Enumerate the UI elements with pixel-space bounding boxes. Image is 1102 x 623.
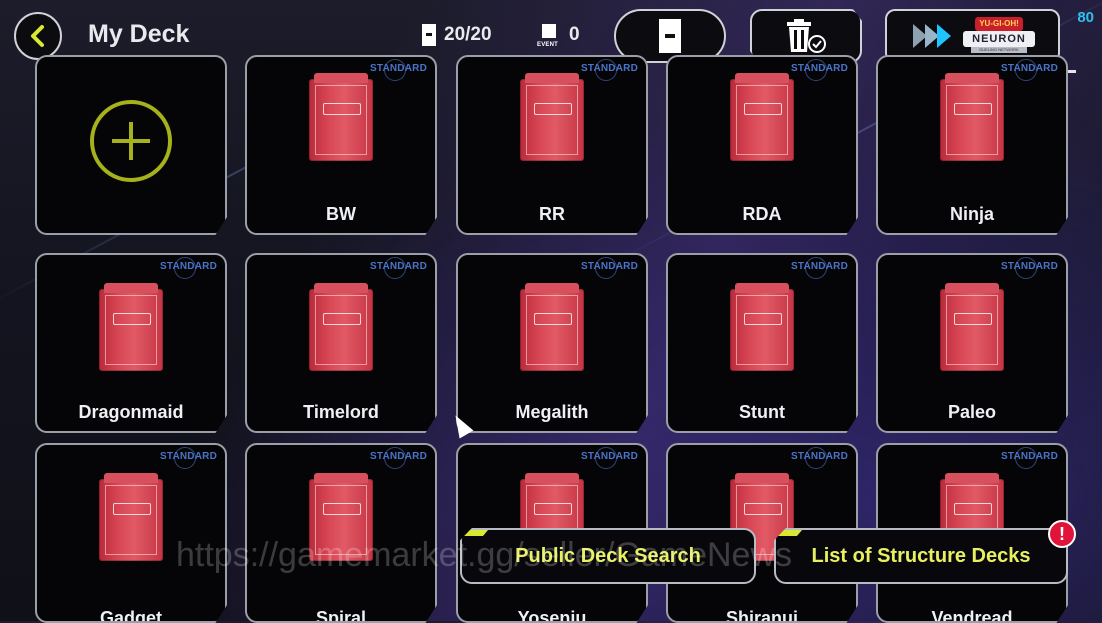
back-button[interactable] bbox=[14, 12, 62, 60]
event-count-value: 0 bbox=[569, 24, 580, 45]
standard-badge: STANDARD bbox=[370, 257, 427, 279]
deck-box-icon bbox=[730, 73, 794, 161]
event-deck-icon: EVENT bbox=[537, 24, 561, 48]
deck-name: Ninja bbox=[949, 204, 994, 224]
deck-tile[interactable]: STANDARD Stunt bbox=[666, 253, 858, 433]
deck-name: BW bbox=[326, 204, 356, 224]
deck-box-icon bbox=[940, 283, 1004, 371]
neuron-logo-text: NEURON bbox=[963, 31, 1035, 47]
structure-decks-label: List of Structure Decks bbox=[811, 544, 1031, 567]
standard-badge: STANDARD bbox=[1001, 447, 1058, 469]
standard-badge: STANDARD bbox=[370, 59, 427, 81]
deck-tile[interactable]: STANDARD BW bbox=[245, 55, 437, 235]
deck-sort-button[interactable] bbox=[614, 9, 726, 63]
deck-card-icon bbox=[422, 24, 436, 46]
deck-name: Dragonmaid bbox=[78, 402, 184, 422]
deck-box-icon bbox=[730, 283, 794, 371]
triple-chevron-icon bbox=[913, 24, 951, 48]
neuron-logo-top: YU-GI-OH! bbox=[975, 17, 1023, 31]
deck-box-icon bbox=[309, 73, 373, 161]
deck-count-value: 20/20 bbox=[444, 24, 492, 45]
standard-badge: STANDARD bbox=[1001, 59, 1058, 81]
standard-badge: STANDARD bbox=[791, 257, 848, 279]
deck-box-icon bbox=[520, 73, 584, 161]
plus-icon bbox=[90, 100, 172, 182]
deck-tile[interactable]: STANDARD Megalith bbox=[456, 253, 648, 433]
standard-badge: STANDARD bbox=[791, 447, 848, 469]
create-deck-button[interactable] bbox=[35, 55, 227, 235]
event-icon-label: EVENT bbox=[537, 42, 559, 48]
deck-box-icon bbox=[99, 283, 163, 371]
structure-decks-button[interactable]: List of Structure Decks bbox=[774, 528, 1068, 584]
deck-name: RDA bbox=[742, 204, 782, 224]
deck-box-icon bbox=[99, 473, 163, 561]
deck-name: Timelord bbox=[303, 402, 379, 422]
deck-tile[interactable]: STANDARD Ninja bbox=[876, 55, 1068, 235]
deck-tile[interactable]: STANDARD Dragonmaid bbox=[35, 253, 227, 433]
standard-badge: STANDARD bbox=[1001, 257, 1058, 279]
deck-tile[interactable]: STANDARD RDA bbox=[666, 55, 858, 235]
public-deck-search-button[interactable]: Public Deck Search bbox=[460, 528, 756, 584]
standard-badge: STANDARD bbox=[791, 59, 848, 81]
deck-box-icon bbox=[940, 73, 1004, 161]
deck-name: Stunt bbox=[739, 402, 785, 422]
chevron-left-icon bbox=[31, 25, 44, 47]
standard-badge: STANDARD bbox=[581, 59, 638, 81]
deck-tile[interactable]: STANDARD Timelord bbox=[245, 253, 437, 433]
standard-badge: STANDARD bbox=[160, 257, 217, 279]
event-count: EVENT 0 bbox=[537, 24, 580, 48]
deck-tile[interactable]: STANDARD Spiral bbox=[245, 443, 437, 623]
standard-badge: STANDARD bbox=[160, 447, 217, 469]
alert-icon: ! bbox=[1048, 520, 1076, 548]
deck-name: RR bbox=[539, 204, 565, 224]
trash-check-icon bbox=[787, 19, 826, 53]
deck-tile[interactable]: STANDARD Paleo bbox=[876, 253, 1068, 433]
neuron-link-button[interactable]: YU-GI-OH! NEURON DUELING NETWORK bbox=[885, 9, 1060, 63]
deck-name: Paleo bbox=[947, 402, 997, 422]
deck-box-icon bbox=[309, 283, 373, 371]
delete-decks-button[interactable] bbox=[750, 9, 862, 63]
page-title: My Deck bbox=[88, 20, 190, 48]
standard-badge: STANDARD bbox=[581, 257, 638, 279]
public-deck-search-label: Public Deck Search bbox=[515, 544, 701, 567]
neuron-logo-bottom: DUELING NETWORK bbox=[971, 47, 1027, 53]
deck-tile[interactable]: STANDARD RR bbox=[456, 55, 648, 235]
neuron-logo: YU-GI-OH! NEURON DUELING NETWORK bbox=[963, 17, 1035, 55]
deck-count: 20/20 bbox=[422, 24, 492, 46]
standard-badge: STANDARD bbox=[370, 447, 427, 469]
corner-number: 80 bbox=[1077, 9, 1094, 26]
standard-badge: STANDARD bbox=[581, 447, 638, 469]
deck-box-icon bbox=[309, 473, 373, 561]
deck-box-icon bbox=[520, 283, 584, 371]
card-icon bbox=[659, 19, 681, 53]
deck-name: Megalith bbox=[515, 402, 589, 422]
deck-tile[interactable]: STANDARD Gadget bbox=[35, 443, 227, 623]
